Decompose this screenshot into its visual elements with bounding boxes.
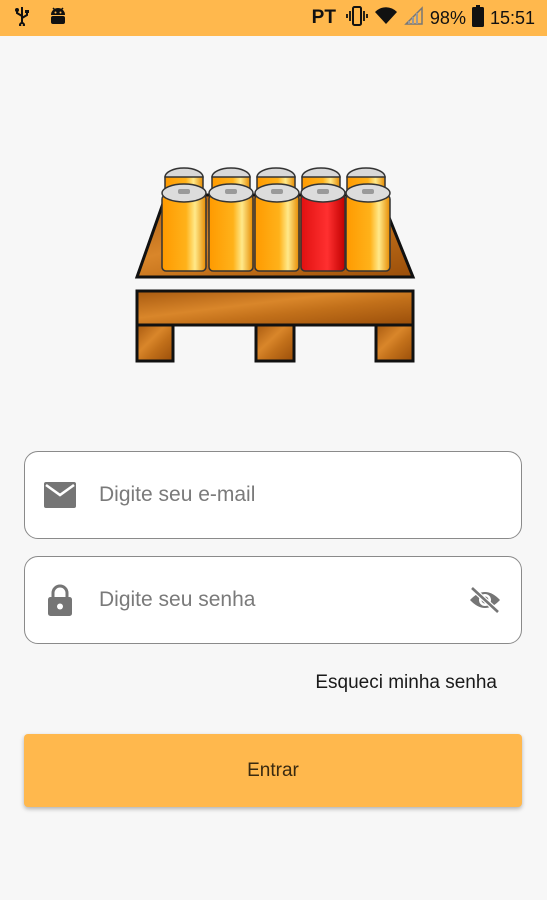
login-button[interactable]: Entrar (24, 734, 522, 807)
battery-percent: 98% (429, 7, 466, 28)
wifi-icon (374, 6, 398, 31)
lock-icon (43, 583, 77, 617)
status-bar: PT 98% 15:51 (0, 0, 547, 36)
visibility-off-icon[interactable] (467, 582, 503, 618)
usb-icon (14, 6, 30, 31)
email-icon (43, 478, 77, 512)
clock: 15:51 (489, 7, 535, 28)
carrier-label: PT (311, 7, 336, 28)
signal-icon (404, 5, 424, 31)
battery-icon (471, 4, 484, 32)
password-field[interactable] (24, 556, 522, 644)
forgot-password-link[interactable]: Esqueci minha senha (315, 672, 497, 694)
vibrate-icon (346, 5, 368, 32)
email-field[interactable] (24, 451, 522, 539)
app-logo (130, 155, 420, 370)
email-input[interactable] (97, 474, 521, 516)
android-debug-icon (48, 6, 68, 31)
password-input[interactable] (97, 579, 467, 621)
